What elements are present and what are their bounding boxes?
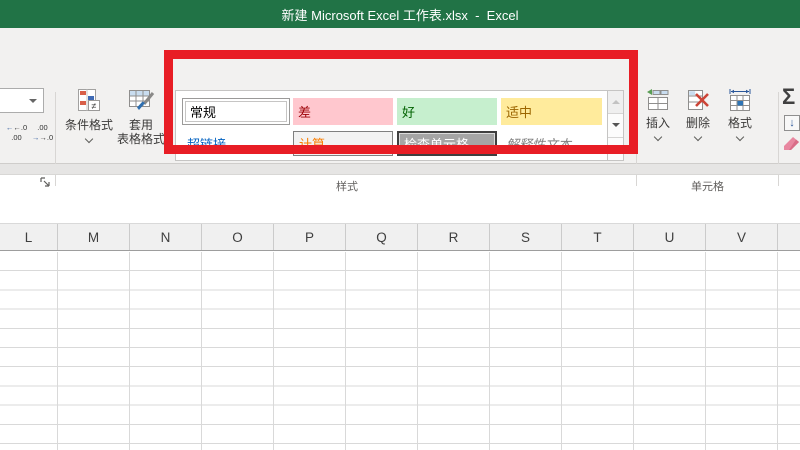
gallery-scroll-up-button[interactable] <box>608 91 623 114</box>
svg-text:≠: ≠ <box>92 101 97 111</box>
clear-eraser-icon[interactable] <box>783 137 800 151</box>
window-title: 新建 Microsoft Excel 工作表.xlsx - Excel <box>282 5 519 24</box>
column-header-L[interactable]: L <box>0 224 58 250</box>
style-gallery-slot[interactable]: 检查单元格 <box>397 131 497 156</box>
chevron-down-icon <box>694 133 702 141</box>
number-format-dropdown[interactable] <box>0 88 44 113</box>
triangle-up-icon <box>612 100 620 104</box>
chevron-down-icon <box>29 99 37 103</box>
column-header-O[interactable]: O <box>202 224 274 250</box>
style-gallery-item-bad[interactable]: 差 <box>293 98 393 125</box>
decrease-decimal-icon: .00 <box>37 123 47 132</box>
chevron-down-icon <box>654 133 662 141</box>
format-as-table-label: 套用 <box>129 118 153 132</box>
column-header-P[interactable]: P <box>274 224 346 250</box>
insert-label: 插入 <box>646 116 670 130</box>
conditional-formatting-label: 条件格式 <box>65 118 113 132</box>
styles-group-label: 样式 <box>60 178 634 191</box>
ribbon: ←←.0 .00 .00 →→.0 ≠ 条件格式 <box>0 28 800 164</box>
fill-down-icon: ↓ <box>789 117 795 129</box>
column-header-R[interactable]: R <box>418 224 490 250</box>
style-gallery-slot[interactable]: 差 <box>293 98 393 125</box>
style-gallery-item-hyperlink[interactable]: 超链接 <box>182 131 290 156</box>
style-gallery-slot[interactable]: 超链接 <box>182 131 290 156</box>
column-headers: LMNOPQRSTUV <box>0 223 800 251</box>
sheet-grid[interactable] <box>0 252 800 450</box>
style-gallery-item-neutral[interactable]: 适中 <box>501 98 602 125</box>
column-header-V[interactable]: V <box>706 224 778 250</box>
style-gallery-item-check-cell[interactable]: 检查单元格 <box>397 131 497 156</box>
format-cells-icon <box>728 88 752 112</box>
column-header-T[interactable]: T <box>562 224 634 250</box>
conditional-formatting-icon: ≠ <box>76 88 102 114</box>
chevron-down-icon <box>85 135 93 143</box>
column-header-S[interactable]: S <box>490 224 562 250</box>
autosum-button[interactable]: Σ <box>782 84 795 110</box>
style-gallery-slot[interactable]: 适中 <box>501 98 602 125</box>
style-gallery-item-explanatory-text[interactable]: 解释性文本 <box>501 131 602 156</box>
triangle-down-icon <box>612 123 620 127</box>
column-header-N[interactable]: N <box>130 224 202 250</box>
style-gallery-slot[interactable]: 计算 <box>293 131 393 156</box>
format-label: 格式 <box>728 116 752 130</box>
style-gallery-slot[interactable]: 好 <box>397 98 497 125</box>
column-header-U[interactable]: U <box>634 224 706 250</box>
sigma-icon: Σ <box>782 84 795 109</box>
more-styles-icon <box>612 145 620 147</box>
style-gallery-item-good[interactable]: 好 <box>397 98 497 125</box>
title-bar: 新建 Microsoft Excel 工作表.xlsx - Excel <box>0 0 800 28</box>
insert-cells-icon <box>646 88 670 112</box>
gallery-scrollbar <box>607 91 623 160</box>
delete-label: 删除 <box>686 116 710 130</box>
style-gallery-slot[interactable]: 常规 <box>182 98 290 125</box>
chevron-down-icon <box>736 133 744 141</box>
gallery-scroll-down-button[interactable] <box>608 114 623 137</box>
cell-styles-gallery: 常规 差 好 适中 超链接 计算 检查单元格 解释性文本 <box>175 90 624 161</box>
ribbon-bottom-strip <box>0 164 800 175</box>
column-header-M[interactable]: M <box>58 224 130 250</box>
increase-decimal-icon: ←.0 <box>13 123 27 132</box>
delete-cells-icon <box>686 88 710 112</box>
style-gallery-item-normal[interactable]: 常规 <box>185 101 287 122</box>
fill-button[interactable]: ↓ <box>784 115 800 131</box>
style-gallery-slot[interactable]: 解释性文本 <box>501 131 602 156</box>
gallery-more-button[interactable] <box>608 138 623 160</box>
format-as-table-icon <box>128 88 155 114</box>
column-header-Q[interactable]: Q <box>346 224 418 250</box>
increase-decimal-button[interactable]: ←←.0 .00 <box>4 123 29 146</box>
dialog-launcher-icon[interactable] <box>40 177 51 188</box>
style-gallery-item-calculation[interactable]: 计算 <box>293 131 393 156</box>
cells-group-label: 单元格 <box>637 178 778 191</box>
decrease-decimal-button[interactable]: .00 →→.0 <box>30 123 55 146</box>
